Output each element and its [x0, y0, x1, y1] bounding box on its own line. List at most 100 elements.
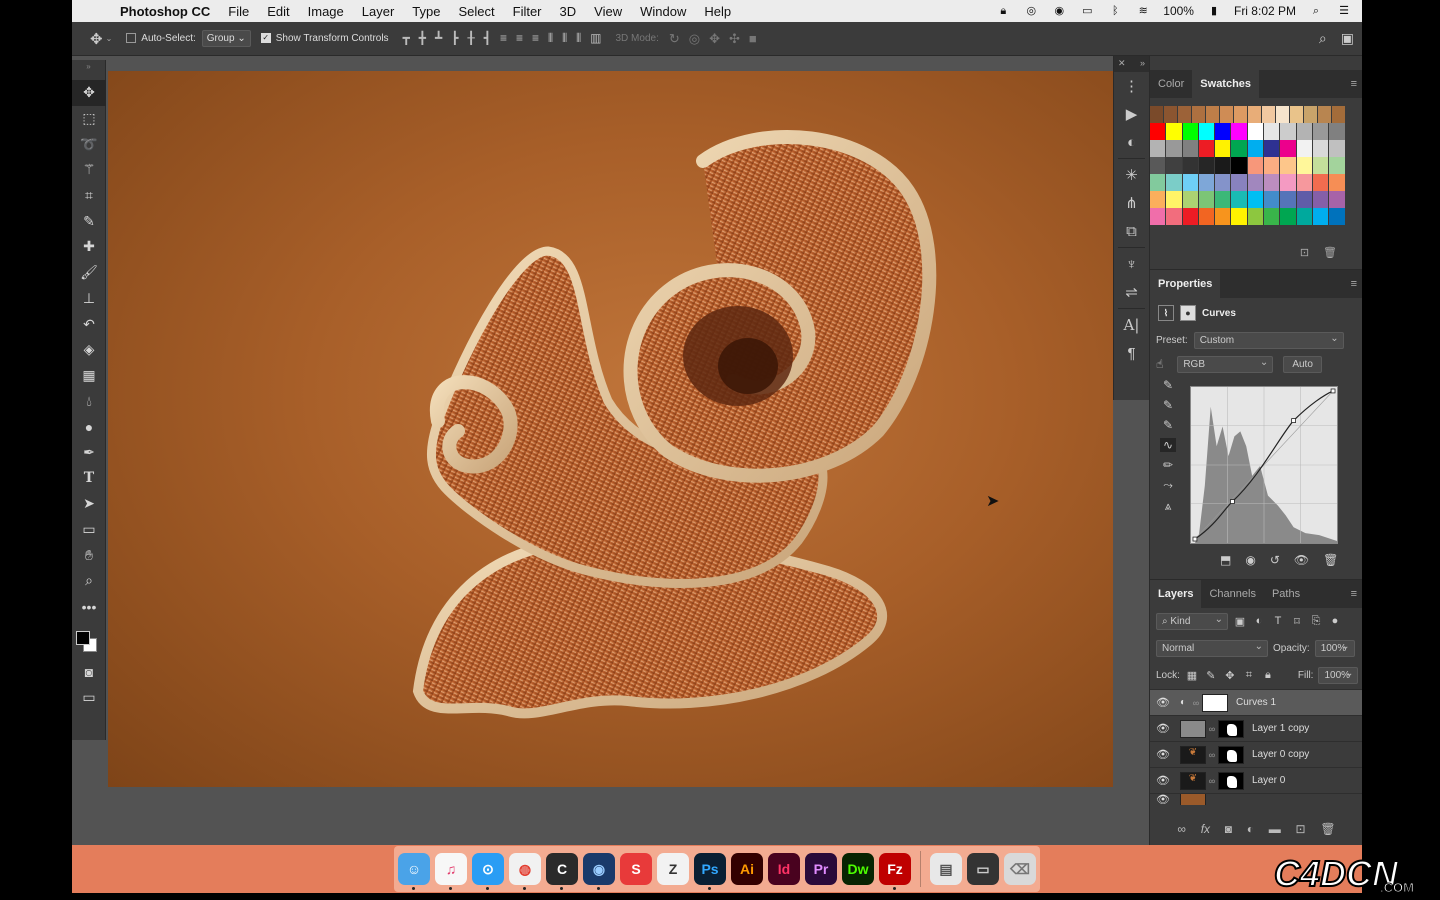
color-swatch[interactable]	[1247, 140, 1265, 157]
layer-thumbnail[interactable]: ❦	[1180, 745, 1206, 764]
color-swatch[interactable]	[1198, 191, 1216, 208]
color-swatch[interactable]	[1215, 157, 1232, 174]
auto-button[interactable]: Auto	[1283, 355, 1322, 373]
color-swatch[interactable]	[1198, 157, 1216, 174]
layer-mask-thumbnail[interactable]	[1218, 771, 1244, 790]
visibility-eye-icon[interactable]: 👁︎	[1150, 794, 1176, 805]
color-swatch[interactable]	[1166, 123, 1183, 140]
workspace-icon[interactable]: ▣	[1341, 30, 1354, 47]
filter-smart-object-icon[interactable]: ⎘	[1309, 615, 1323, 629]
color-swatch[interactable]	[1318, 106, 1332, 123]
dock-app-icon[interactable]: ⌫	[1004, 853, 1036, 885]
color-swatch[interactable]	[1247, 157, 1265, 174]
new-group-icon[interactable]: ▬	[1269, 822, 1281, 836]
tool-presets-icon[interactable]: ⇌	[1114, 278, 1149, 306]
history-brush-tool-icon[interactable]: ↶	[72, 311, 106, 337]
dock-app-icon[interactable]: Dw	[842, 853, 874, 885]
link-icon[interactable]: ∞	[1206, 776, 1218, 786]
expand-icon[interactable]: »	[1140, 56, 1145, 72]
tab-color[interactable]: Color	[1150, 70, 1192, 98]
color-swatch[interactable]	[1247, 123, 1265, 140]
dock-app-icon[interactable]: ▭	[967, 853, 999, 885]
panel-menu-icon[interactable]: ≡	[1351, 78, 1357, 90]
tab-layers[interactable]: Layers	[1150, 580, 1202, 608]
menu-image[interactable]: Image	[308, 4, 344, 19]
color-swatch[interactable]	[1182, 208, 1199, 225]
visibility-eye-icon[interactable]: 👁︎	[1150, 696, 1176, 709]
color-swatch[interactable]	[1198, 174, 1216, 191]
link-icon[interactable]: ∞	[1190, 698, 1202, 708]
lock-pixels-icon[interactable]: ✎	[1204, 669, 1218, 683]
color-swatch[interactable]	[1248, 106, 1262, 123]
battery-icon[interactable]: ▮	[1206, 5, 1222, 17]
align-right-icon[interactable]: ┫	[484, 31, 491, 46]
color-swatch[interactable]	[1178, 106, 1192, 123]
color-swatch[interactable]	[1280, 157, 1297, 174]
align-left-icon[interactable]: ┣	[451, 31, 458, 46]
layer-style-icon[interactable]: fx	[1201, 822, 1210, 836]
magic-wand-tool-icon[interactable]: ⚚	[72, 157, 106, 183]
color-swatch[interactable]	[1192, 106, 1206, 123]
color-swatch[interactable]	[1215, 191, 1232, 208]
lock-all-icon[interactable]: 🔒︎	[1261, 669, 1275, 683]
3d-panel-icon[interactable]: ✳	[1114, 161, 1149, 189]
color-swatch[interactable]	[1182, 174, 1199, 191]
color-swatch[interactable]	[1296, 123, 1313, 140]
color-swatch[interactable]	[1304, 106, 1318, 123]
brush-settings-icon[interactable]: ♆	[1114, 250, 1149, 278]
color-swatch[interactable]	[1215, 123, 1232, 140]
color-swatch[interactable]	[1296, 191, 1313, 208]
delete-swatch-icon[interactable]: 🗑︎	[1323, 246, 1337, 259]
bluetooth-icon[interactable]: ᛒ	[1107, 5, 1123, 17]
color-swatch[interactable]	[1150, 157, 1167, 174]
delete-layer-icon[interactable]: 🗑︎	[1320, 822, 1335, 836]
preset-dropdown[interactable]: Custom	[1193, 331, 1344, 349]
opacity-field[interactable]: 100%	[1314, 639, 1355, 657]
clone-source-panel-icon[interactable]: ⧉	[1114, 217, 1149, 245]
color-swatch[interactable]	[1264, 191, 1281, 208]
lock-position-icon[interactable]: ✥	[1223, 669, 1237, 683]
distribute-right-icon[interactable]: ⫴	[576, 31, 581, 46]
blend-mode-dropdown[interactable]: Normal	[1156, 639, 1268, 657]
3d-slide-icon[interactable]: ✣	[729, 31, 740, 47]
color-swatch[interactable]	[1231, 140, 1248, 157]
layer-mask-thumbnail[interactable]	[1218, 719, 1244, 738]
color-swatch[interactable]	[1264, 174, 1281, 191]
3d-drag-icon[interactable]: ✥	[709, 31, 720, 47]
color-swatch[interactable]	[1264, 208, 1281, 225]
visibility-eye-icon[interactable]: 👁︎	[1150, 774, 1176, 787]
move-tool-preset-icon[interactable]: ✥	[90, 30, 103, 48]
dock-app-icon[interactable]: ⊙	[472, 853, 504, 890]
spotlight-search-icon[interactable]: ⌕	[1308, 5, 1324, 17]
notification-center-icon[interactable]: ☰	[1336, 5, 1352, 17]
color-swatch[interactable]	[1312, 123, 1330, 140]
hand-tool-icon[interactable]: ✋︎	[72, 542, 106, 568]
color-swatch[interactable]	[1280, 208, 1297, 225]
color-swatch[interactable]	[1312, 157, 1330, 174]
color-swatch[interactable]	[1182, 157, 1199, 174]
color-swatch[interactable]	[1166, 191, 1183, 208]
new-swatch-icon[interactable]: ⊡	[1300, 246, 1309, 259]
smooth-curve-icon[interactable]: ⤳	[1163, 478, 1173, 493]
color-swatch[interactable]	[1312, 191, 1330, 208]
layer-name[interactable]: Layer 0	[1252, 775, 1285, 786]
rectangle-tool-icon[interactable]: ▭	[72, 517, 106, 543]
dodge-tool-icon[interactable]: ●	[72, 414, 106, 440]
menu-edit[interactable]: Edit	[267, 4, 289, 19]
layer-mask-thumbnail[interactable]	[1218, 745, 1244, 764]
filter-shape-icon[interactable]: ⌑	[1290, 615, 1304, 629]
menu-help[interactable]: Help	[704, 4, 731, 19]
panel-menu-icon[interactable]: ≡	[1351, 588, 1357, 600]
layer-mask-thumbnail[interactable]	[1202, 693, 1228, 712]
color-swatch[interactable]	[1312, 208, 1330, 225]
brush-tool-icon[interactable]: 🖌︎	[72, 260, 106, 286]
color-swatch[interactable]	[1280, 123, 1297, 140]
show-transform-checkbox[interactable]: ✓	[260, 33, 276, 44]
layer-row[interactable]: 👁︎ ◐ ∞ Curves 1	[1150, 689, 1362, 715]
filter-toggle-icon[interactable]: ●	[1328, 615, 1342, 629]
link-icon[interactable]: ∞	[1206, 724, 1218, 734]
color-swatch[interactable]	[1231, 174, 1248, 191]
menu-select[interactable]: Select	[458, 4, 494, 19]
document-canvas[interactable]: ➤	[108, 71, 1113, 787]
quick-mask-icon[interactable]: ◙	[72, 659, 106, 685]
